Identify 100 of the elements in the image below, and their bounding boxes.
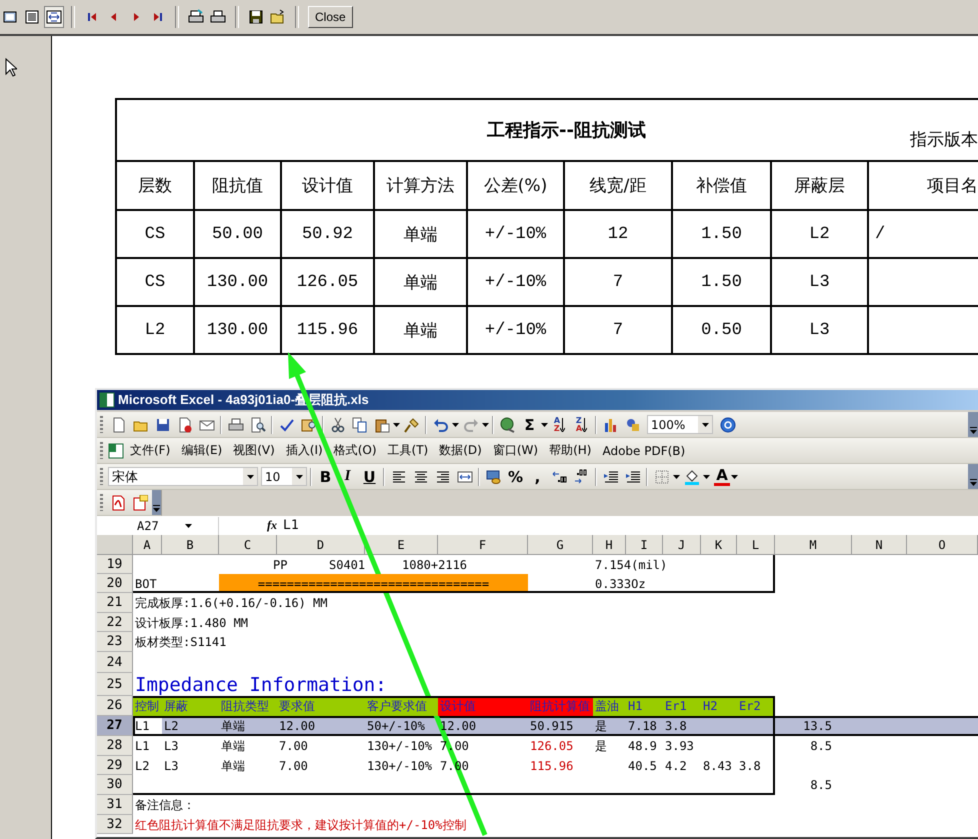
table-cell: 1.50	[701, 224, 742, 244]
table-cell: 130.00	[206, 320, 268, 340]
column-header[interactable]: G	[528, 535, 593, 555]
sort-descending-button[interactable]: Z A	[571, 414, 592, 435]
row-header[interactable]: 20	[97, 574, 133, 593]
row-header[interactable]: 19	[97, 555, 133, 574]
header-cell: 设计值	[438, 696, 528, 716]
row-header[interactable]: 22	[97, 613, 133, 632]
menu-item[interactable]: 数据(D)	[434, 442, 487, 459]
menu-item[interactable]: 视图(V)	[228, 442, 280, 459]
table-cell-text: L2	[135, 758, 150, 774]
header-cell: Er1	[663, 696, 701, 716]
table-cell-text: 50.915	[530, 718, 574, 735]
report-title: 工程指示--阻抗测试	[487, 119, 646, 142]
table-cell: 单端	[404, 274, 438, 294]
column-header: 屏蔽层	[794, 176, 845, 196]
row-header[interactable]: 30	[97, 775, 133, 795]
table-cell-text: 单端	[221, 758, 245, 774]
row-header[interactable]: 29	[97, 756, 133, 775]
header-cell: 客户要求值	[365, 696, 438, 716]
column-header[interactable]: B	[162, 535, 219, 555]
column-header[interactable]: E	[365, 535, 438, 555]
column-header[interactable]: M	[775, 535, 852, 555]
table-cell-text: 是	[595, 738, 607, 755]
formula-field[interactable]: L1	[283, 518, 299, 533]
underline-button[interactable]: U	[359, 466, 380, 487]
header-cell: H1	[626, 696, 663, 716]
header-cell: H2	[701, 696, 737, 716]
menu-item[interactable]: 插入(I)	[280, 442, 328, 459]
row-header[interactable]: 26	[97, 696, 133, 716]
table-cell: +/-10%	[484, 272, 546, 292]
row-header[interactable]: 27	[97, 716, 133, 736]
close-button[interactable]: Close	[308, 6, 353, 28]
row-header[interactable]: 24	[97, 652, 133, 673]
section-title: Impedance Information:	[135, 673, 387, 696]
column-header[interactable]: C	[219, 535, 277, 555]
table-cell-text: PP	[273, 556, 288, 574]
percent-button[interactable]: %	[505, 466, 526, 487]
table-cell-text: 完成板厚:1.6(+0.16/-0.16) MM	[135, 595, 328, 612]
table-cell-text: 是	[595, 718, 607, 735]
column-header[interactable]: N	[852, 535, 907, 555]
header-cell: 盖油	[593, 696, 626, 716]
menu-item[interactable]: 工具(T)	[382, 442, 434, 459]
table-cell-text: 3.8	[739, 758, 761, 774]
table-cell-text: 8.5	[810, 738, 832, 755]
highlighted-cell-text: BOT	[134, 576, 158, 592]
table-cell-text: 1080+2116	[402, 556, 468, 574]
italic-button[interactable]: I	[337, 466, 358, 487]
column-header[interactable]: F	[438, 535, 528, 555]
row-header[interactable]: 23	[97, 632, 133, 652]
table-cell-text: 板材类型:S1141	[135, 634, 226, 651]
font-dropdown[interactable]: 宋体	[108, 467, 258, 486]
table-cell: +/-10%	[484, 320, 546, 340]
table-cell: L3	[809, 272, 830, 292]
menu-item[interactable]: 窗口(W)	[488, 442, 544, 459]
column-header[interactable]: H	[593, 535, 626, 555]
column-header[interactable]: D	[277, 535, 365, 555]
table-cell: L2	[144, 320, 166, 340]
table-cell: 1.50	[701, 272, 742, 292]
table-cell: CS	[144, 272, 166, 292]
table-cell-text: 7.154(mil)	[595, 556, 668, 574]
table-cell-text: 红色阻抗计算值不满足阻抗要求，建议按计算值的+/-10%控制	[135, 816, 466, 834]
column-header[interactable]: L	[737, 535, 775, 555]
menu-item[interactable]: Adobe PDF(B)	[597, 444, 690, 458]
table-cell-text: 8.5	[810, 777, 832, 794]
row-header[interactable]: 31	[97, 795, 133, 815]
column-header[interactable]: J	[663, 535, 701, 555]
row-header[interactable]: 25	[97, 673, 133, 696]
row-header[interactable]: 32	[97, 815, 133, 834]
table-cell: 50.00	[212, 224, 263, 244]
font-color-button[interactable]: A	[714, 467, 730, 486]
menu-item[interactable]: 编辑(E)	[176, 442, 228, 459]
table-cell: L2	[809, 224, 830, 244]
table-cell-text: 设计板厚:1.480 MM	[135, 614, 248, 632]
column-header: 补偿值	[696, 176, 747, 196]
column-header: 阻抗值	[212, 176, 263, 196]
column-header: 公差(%)	[484, 176, 548, 196]
sort-ascending-button[interactable]: A Z	[549, 414, 570, 435]
table-cell-text: L3	[164, 758, 178, 774]
column-header[interactable]: O	[907, 535, 978, 555]
column-header[interactable]: K	[701, 535, 737, 555]
menu-item[interactable]: 格式(O)	[328, 442, 382, 459]
table-cell: 130.00	[206, 272, 268, 292]
zoom-dropdown[interactable]: 100%	[647, 415, 713, 434]
font-size-dropdown[interactable]: 10	[261, 467, 307, 486]
row-header[interactable]: 28	[97, 736, 133, 756]
header-cell: 要求值	[277, 696, 365, 716]
bold-button[interactable]: B	[315, 466, 336, 487]
table-cell-text: 12.00	[279, 718, 316, 735]
table-cell: 50.92	[302, 224, 353, 244]
column-header[interactable]: I	[626, 535, 663, 555]
menu-item[interactable]: 帮助(H)	[544, 442, 596, 459]
menu-item[interactable]: 文件(F)	[125, 442, 176, 459]
row-header[interactable]: 21	[97, 593, 133, 613]
autosum-button[interactable]: Σ	[519, 414, 540, 435]
table-cell: 7	[612, 320, 624, 340]
column-header[interactable]: A	[133, 535, 162, 555]
table-cell: 7	[612, 272, 624, 292]
comma-button[interactable]: ,	[527, 466, 548, 487]
table-cell-text: 8.43	[703, 758, 732, 774]
